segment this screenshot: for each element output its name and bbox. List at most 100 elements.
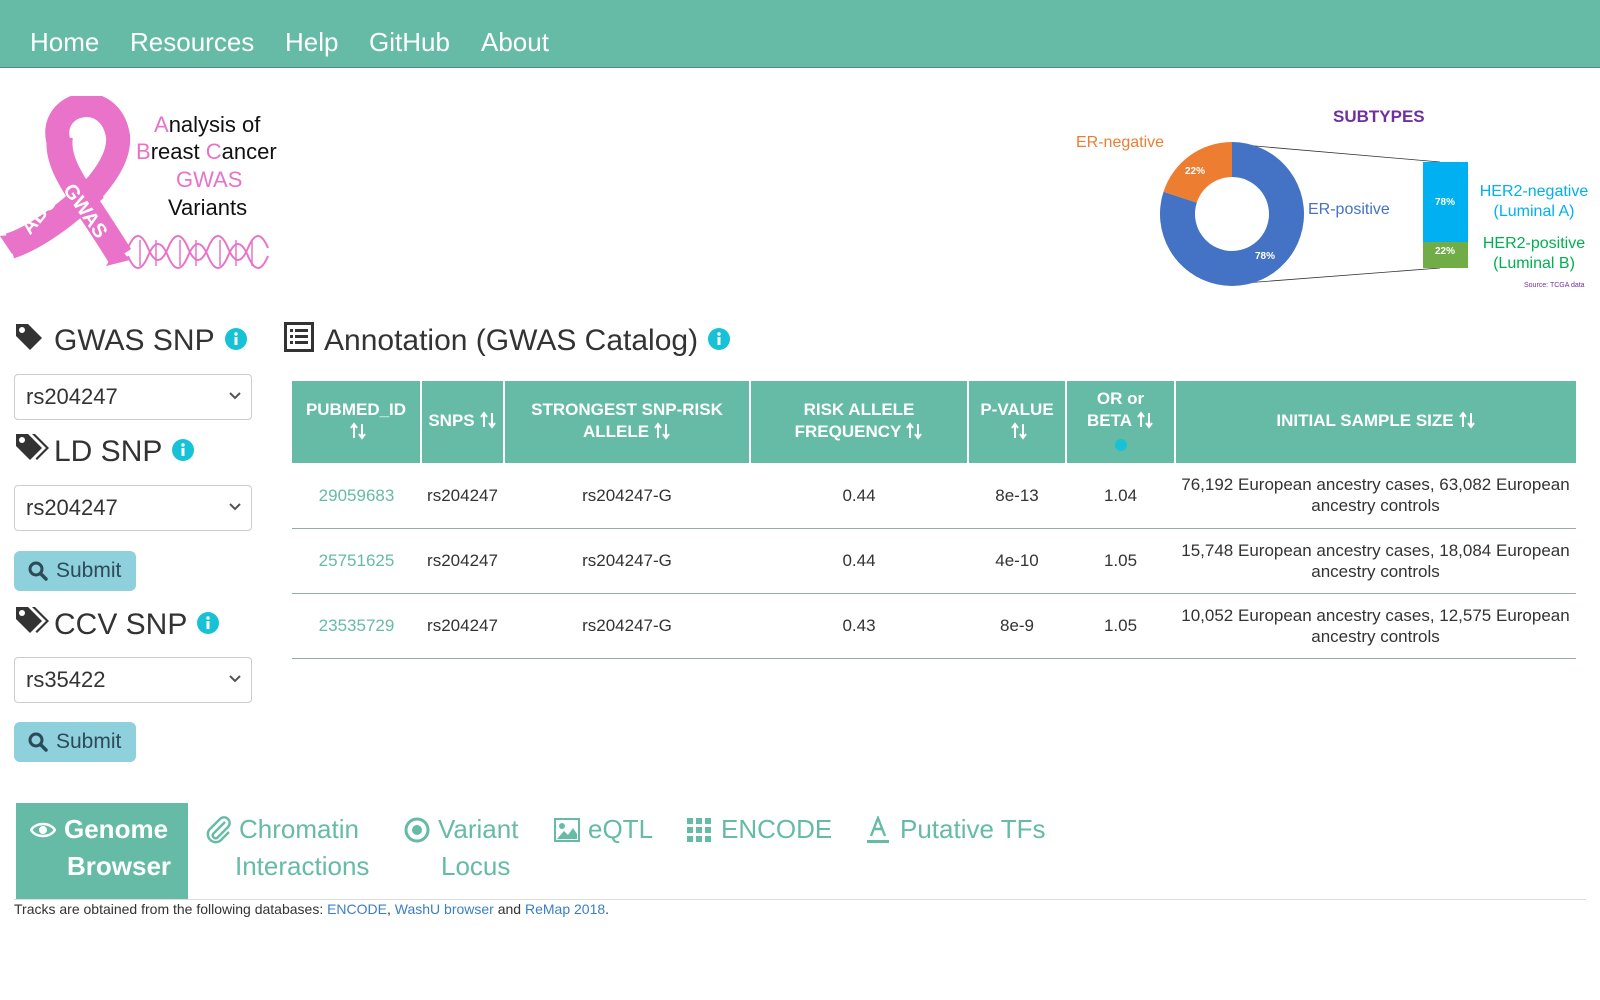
- chevron-down-icon: [229, 675, 241, 683]
- cell-risk-allele-frequency: 0.43: [750, 593, 968, 659]
- er-positive-label: ER-positive: [1308, 201, 1390, 218]
- ld-snp-select[interactable]: rs204247: [14, 485, 252, 531]
- info-icon[interactable]: [708, 324, 731, 358]
- ld-snp-submit-button[interactable]: Submit: [14, 551, 136, 591]
- cell-risk-allele-frequency: 0.44: [750, 528, 968, 594]
- eye-icon: [30, 822, 56, 837]
- table-row: 23535729 rs204247 rs204247-G 0.43 8e-9 1…: [292, 593, 1576, 659]
- col-header-strongest-allele[interactable]: STRONGEST SNP-RISK ALLELE: [503, 381, 750, 463]
- cell-sample-size: 76,192 European ancestry cases, 63,082 E…: [1175, 463, 1576, 529]
- grid-icon: [687, 817, 711, 842]
- col-header-snps[interactable]: SNPS: [420, 381, 504, 463]
- cell-p-value: 8e-9: [968, 593, 1066, 659]
- nav-home[interactable]: Home: [30, 27, 99, 58]
- ccv-snp-submit-button[interactable]: Submit: [14, 722, 136, 762]
- ccv-snp-heading: CCV SNP: [14, 605, 220, 645]
- her2-negative-pct: 78%: [1435, 197, 1456, 208]
- list-alt-icon: [284, 322, 314, 360]
- tabs-divider: [14, 899, 1586, 900]
- cell-snps: rs204247: [421, 463, 504, 529]
- nav-resources[interactable]: Resources: [130, 27, 254, 58]
- table-row: 25751625 rs204247 rs204247-G 0.44 4e-10 …: [292, 528, 1576, 594]
- sort-icon: [905, 421, 923, 446]
- col-header-or-beta[interactable]: OR or BETA: [1065, 381, 1175, 463]
- gwas-snp-select[interactable]: rs204247: [14, 374, 252, 420]
- cell-sample-size: 15,748 European ancestry cases, 18,084 E…: [1175, 528, 1576, 594]
- cell-strongest-allele: rs204247-G: [504, 593, 750, 659]
- paperclip-icon: [206, 815, 231, 843]
- annotation-heading: Annotation (GWAS Catalog): [284, 322, 731, 360]
- search-icon: [28, 732, 48, 752]
- encode-link[interactable]: ENCODE: [327, 901, 387, 917]
- logo-line-2: Breast Cancer: [136, 139, 277, 164]
- cell-or-beta: 1.05: [1066, 593, 1175, 659]
- tab-putative-tfs[interactable]: Putative TFs: [866, 811, 1045, 848]
- tags-icon: [14, 432, 52, 472]
- ccv-snp-select[interactable]: rs35422: [14, 657, 252, 703]
- cell-or-beta: 1.04: [1066, 463, 1175, 529]
- cell-or-beta: 1.05: [1066, 528, 1175, 594]
- tab-genome-browser[interactable]: Genome Browser: [16, 803, 188, 899]
- nav-github[interactable]: GitHub: [369, 27, 450, 58]
- sort-icon: [349, 421, 367, 446]
- tab-chromatin-interactions[interactable]: Chromatin Interactions: [205, 811, 369, 885]
- info-icon[interactable]: [224, 324, 247, 358]
- col-header-initial-sample-size[interactable]: INITIAL SAMPLE SIZE: [1174, 381, 1576, 463]
- chevron-down-icon: [229, 392, 241, 400]
- info-icon[interactable]: [197, 608, 220, 642]
- tab-eqtl[interactable]: eQTL: [554, 811, 653, 848]
- tab-variant-locus[interactable]: Variant Locus: [404, 811, 518, 885]
- sort-icon: [1136, 410, 1154, 435]
- picture-icon: [554, 817, 580, 842]
- her2-negative-label: HER2-negative (Luminal A): [1479, 183, 1589, 220]
- table-row: 29059683 rs204247 rs204247-G 0.44 8e-13 …: [292, 463, 1576, 529]
- cell-snps: rs204247: [421, 528, 504, 594]
- text-color-icon: [867, 815, 889, 843]
- cell-strongest-allele: rs204247-G: [504, 463, 750, 529]
- er-negative-label: ER-negative: [1076, 134, 1165, 151]
- cell-p-value: 4e-10: [968, 528, 1066, 594]
- pubmed-link[interactable]: 23535729: [319, 616, 395, 635]
- info-icon[interactable]: [172, 435, 195, 469]
- info-icon[interactable]: [1114, 436, 1127, 455]
- sort-icon: [479, 410, 497, 435]
- logo-line-1: Analysis of: [154, 112, 261, 137]
- cell-sample-size: 10,052 European ancestry cases, 12,575 E…: [1175, 593, 1576, 659]
- tracks-source-note: Tracks are obtained from the following d…: [14, 901, 610, 917]
- logo-line-3: GWAS: [176, 167, 243, 192]
- tags-icon: [14, 605, 52, 645]
- remap-2018-link[interactable]: ReMap 2018: [525, 901, 605, 917]
- col-header-risk-allele-frequency[interactable]: RISK ALLELE FREQUENCY: [749, 381, 968, 463]
- col-header-pubmed-id[interactable]: PUBMED_ID: [292, 381, 421, 463]
- gwas-snp-heading: GWAS SNP: [14, 322, 247, 360]
- sort-icon: [653, 421, 671, 446]
- sort-icon: [1010, 421, 1028, 446]
- source-note: Source: TCGA data: [1524, 282, 1585, 289]
- ld-snp-heading: LD SNP: [14, 432, 195, 472]
- washu-browser-link[interactable]: WashU browser: [395, 901, 494, 917]
- sort-icon: [1458, 410, 1476, 435]
- er-positive-pct: 78%: [1255, 251, 1276, 262]
- cell-snps: rs204247: [421, 593, 504, 659]
- top-navbar: Home Resources Help GitHub About: [0, 0, 1600, 68]
- gwas-annotation-table: PUBMED_ID SNPS STRONGEST SNP-RISK ALLELE…: [292, 381, 1576, 659]
- er-negative-pct: 22%: [1185, 166, 1206, 177]
- abc-gwas-logo[interactable]: ABC GWAS Analysis of Breast Cancer GWAS …: [0, 96, 300, 286]
- record-icon: [404, 817, 430, 842]
- her2-positive-label: HER2-positive (Luminal B): [1482, 235, 1586, 272]
- search-icon: [28, 561, 48, 581]
- pubmed-link[interactable]: 29059683: [319, 486, 395, 505]
- cell-strongest-allele: rs204247-G: [504, 528, 750, 594]
- pubmed-link[interactable]: 25751625: [319, 551, 395, 570]
- cell-risk-allele-frequency: 0.44: [750, 463, 968, 529]
- subtypes-figure: SUBTYPES ER-negative ER-positive 22% 78%…: [1076, 100, 1600, 300]
- tab-encode[interactable]: ENCODE: [687, 811, 832, 848]
- tag-icon: [14, 322, 44, 360]
- subtypes-title: SUBTYPES: [1333, 107, 1425, 126]
- col-header-p-value[interactable]: P-VALUE: [967, 381, 1066, 463]
- nav-help[interactable]: Help: [285, 27, 338, 58]
- logo-line-4: Variants: [168, 195, 248, 220]
- her2-positive-pct: 22%: [1435, 246, 1456, 257]
- nav-about[interactable]: About: [481, 27, 549, 58]
- cell-p-value: 8e-13: [968, 463, 1066, 529]
